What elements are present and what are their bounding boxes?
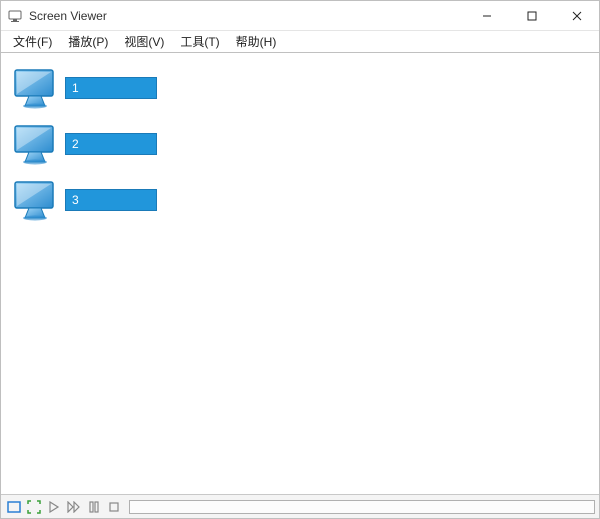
window-controls [464, 1, 599, 30]
close-button[interactable] [554, 1, 599, 30]
screen-label-text: 3 [72, 193, 79, 207]
minimize-button[interactable] [464, 1, 509, 30]
screen-label[interactable]: 2 [65, 133, 157, 155]
screen-label-text: 2 [72, 137, 79, 151]
app-icon [7, 8, 23, 24]
menu-help[interactable]: 帮助(H) [228, 31, 285, 52]
window-title: Screen Viewer [29, 9, 464, 23]
stop-icon [108, 501, 120, 513]
maximize-button[interactable] [509, 1, 554, 30]
menu-view[interactable]: 视图(V) [116, 31, 172, 52]
monitor-icon [9, 176, 61, 224]
close-icon [572, 11, 582, 21]
fast-forward-button[interactable] [65, 498, 83, 516]
menu-file[interactable]: 文件(F) [5, 31, 60, 52]
minimize-icon [482, 11, 492, 21]
monitor-icon [9, 64, 61, 112]
menu-play[interactable]: 播放(P) [60, 31, 116, 52]
pause-icon [88, 501, 100, 513]
fullscreen-icon [27, 500, 41, 514]
stop-button[interactable] [105, 498, 123, 516]
screen-item[interactable]: 1 [9, 63, 591, 113]
maximize-icon [527, 11, 537, 21]
titlebar[interactable]: Screen Viewer [1, 1, 599, 31]
play-icon [48, 501, 60, 513]
screen-item[interactable]: 2 [9, 119, 591, 169]
view-single-button[interactable] [5, 498, 23, 516]
statusbar [1, 494, 599, 518]
monitor-icon [9, 120, 61, 168]
screen-label[interactable]: 3 [65, 189, 157, 211]
fast-forward-icon [67, 501, 81, 513]
menu-tools[interactable]: 工具(T) [172, 31, 227, 52]
screen-label-text: 1 [72, 81, 79, 95]
menubar: 文件(F) 播放(P) 视图(V) 工具(T) 帮助(H) [1, 31, 599, 53]
play-button[interactable] [45, 498, 63, 516]
screen-item[interactable]: 3 [9, 175, 591, 225]
fullscreen-button[interactable] [25, 498, 43, 516]
progress-track[interactable] [129, 500, 595, 514]
view-single-icon [7, 500, 21, 514]
content-area: 1 2 3 [1, 53, 599, 494]
app-window: Screen Viewer 文件(F) 播放(P) 视图(V) 工具(T) 帮助… [0, 0, 600, 519]
screen-label[interactable]: 1 [65, 77, 157, 99]
pause-button[interactable] [85, 498, 103, 516]
